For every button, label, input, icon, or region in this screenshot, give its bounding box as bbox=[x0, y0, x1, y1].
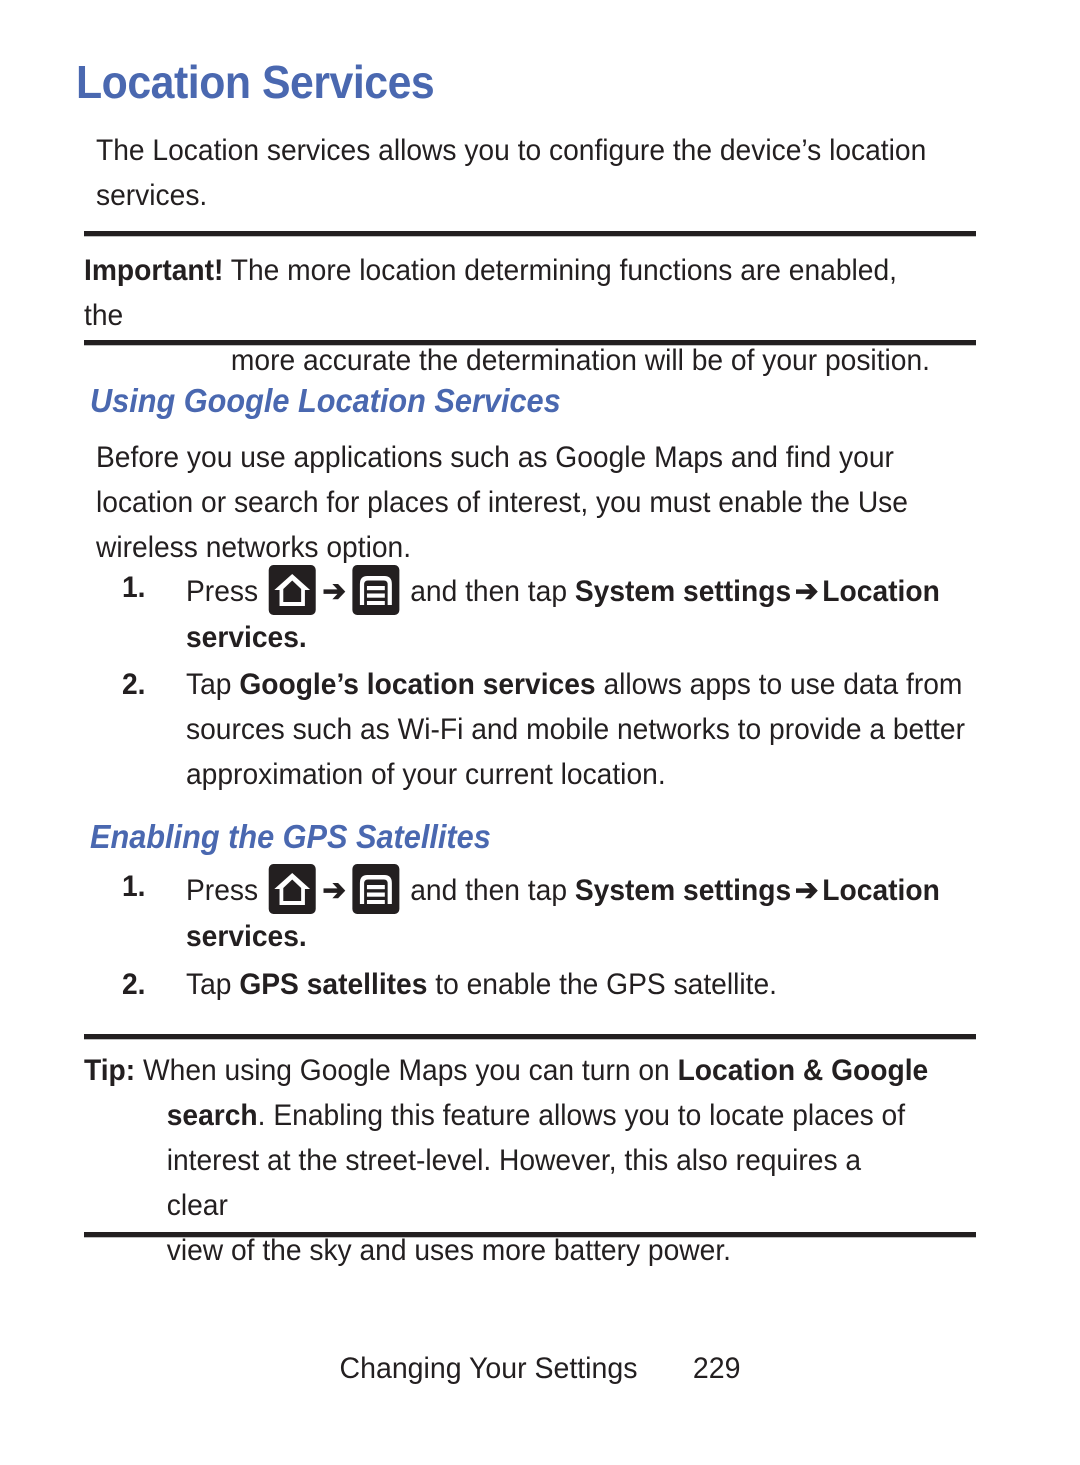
footer-chapter-title: Changing Your Settings bbox=[339, 1352, 638, 1385]
arrow-icon-2: ➔ bbox=[794, 874, 819, 907]
subheading-enabling-gps-satellites: Enabling the GPS Satellites bbox=[90, 818, 491, 855]
important-callout: Important! The more location determining… bbox=[84, 248, 930, 383]
gps-step-2-bold-term: GPS satellites bbox=[239, 968, 428, 1001]
google-step-2: 2. Tap Google’s location services allows… bbox=[122, 662, 1022, 797]
gps-step-1-press-label: Press bbox=[186, 874, 259, 907]
tip-text-1a: When using Google Maps you can turn on bbox=[143, 1054, 670, 1087]
page-title: Location Services bbox=[76, 56, 435, 108]
google-step-1: 1. Press ➔ and then tap System settings ➔… bbox=[122, 565, 1022, 660]
tip-bold-search: search bbox=[166, 1099, 258, 1132]
google-step-2-text: Tap Google’s location services allows ap… bbox=[186, 662, 972, 797]
tip-bold-location-google: Location & Google bbox=[677, 1054, 929, 1087]
gps-step-2-tap-label: Tap bbox=[186, 968, 232, 1001]
subheading-using-google-location-services: Using Google Location Services bbox=[90, 382, 561, 419]
google-step-1-press-label: Press bbox=[186, 575, 259, 608]
google-step-2-tap-label: Tap bbox=[186, 668, 232, 701]
google-step-1-period: . bbox=[298, 621, 307, 654]
menu-icon[interactable] bbox=[352, 864, 400, 914]
gps-step-1: 1. Press ➔ and then tap System settings ➔… bbox=[122, 864, 1022, 959]
important-line-1: Important! The more location determining… bbox=[84, 248, 930, 338]
gps-step-2-number: 2. bbox=[122, 968, 146, 1001]
gps-step-2-post-text: to enable the GPS satellite. bbox=[435, 968, 778, 1001]
tip-label: Tip: bbox=[84, 1054, 136, 1087]
arrow-icon-1: ➔ bbox=[322, 874, 346, 907]
divider-rule-tip-top bbox=[84, 1034, 976, 1040]
menu-icon[interactable] bbox=[352, 565, 400, 615]
google-step-1-text: Press ➔ and then tap System settings ➔ Loc… bbox=[186, 565, 972, 660]
gps-step-2-text: Tap GPS satellites to enable the GPS sat… bbox=[186, 962, 972, 1007]
tip-line-3: interest at the street-level. However, t… bbox=[166, 1144, 862, 1222]
tip-callout: Tip: When using Google Maps you can turn… bbox=[84, 1048, 930, 1273]
divider-rule-tip-bottom bbox=[84, 1232, 976, 1238]
google-step-2-number: 2. bbox=[122, 668, 146, 701]
intro-paragraph: The Location services allows you to conf… bbox=[96, 134, 927, 212]
google-step-1-number: 1. bbox=[122, 571, 146, 604]
google-section-intro: Before you use applications such as Goog… bbox=[96, 441, 908, 564]
page-footer: Changing Your Settings 229 bbox=[27, 1352, 1053, 1386]
gps-step-1-bold-system-settings: System settings bbox=[574, 874, 792, 907]
gps-step-1-number: 1. bbox=[122, 870, 146, 903]
important-label: Important! bbox=[84, 254, 224, 287]
footer-page-number: 229 bbox=[692, 1352, 741, 1385]
gps-step-1-period: . bbox=[298, 920, 307, 953]
tip-line-1: Tip: When using Google Maps you can turn… bbox=[84, 1048, 930, 1093]
arrow-icon-2: ➔ bbox=[794, 575, 819, 608]
manual-page: Location Services The Location services … bbox=[0, 0, 1080, 1465]
divider-rule-top bbox=[84, 231, 976, 237]
gps-step-1-mid-label: and then tap bbox=[410, 874, 568, 907]
divider-rule-important-bottom bbox=[84, 340, 976, 346]
home-icon[interactable] bbox=[268, 565, 316, 615]
home-icon[interactable] bbox=[268, 864, 316, 914]
google-step-2-bold-term: Google’s location services bbox=[239, 668, 596, 701]
gps-step-1-text: Press ➔ and then tap System settings ➔ Loc… bbox=[186, 864, 972, 959]
arrow-icon-1: ➔ bbox=[322, 575, 346, 608]
gps-step-2: 2. Tap GPS satellites to enable the GPS … bbox=[122, 962, 1022, 1007]
google-step-1-bold-system-settings: System settings bbox=[574, 575, 792, 608]
tip-text-2b: . Enabling this feature allows you to lo… bbox=[257, 1099, 906, 1132]
google-step-1-mid-label: and then tap bbox=[410, 575, 568, 608]
tip-line-2: search. Enabling this feature allows you… bbox=[84, 1093, 930, 1138]
